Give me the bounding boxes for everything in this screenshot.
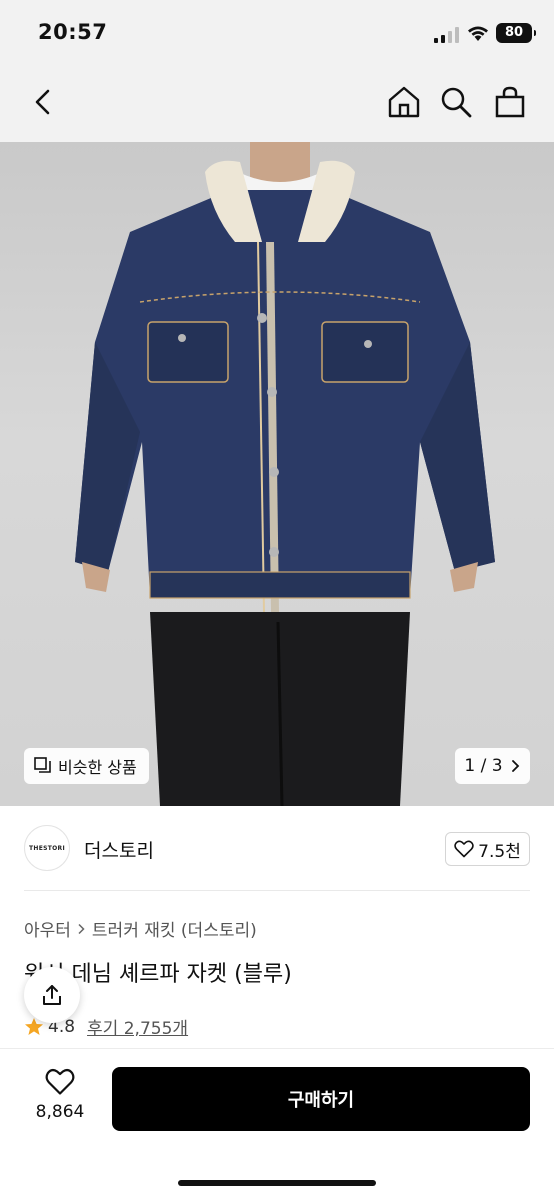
breadcrumb-subcategory[interactable]: 트러커 재킷 (더스토리) — [92, 916, 257, 941]
brand-name[interactable]: 더스토리 — [84, 836, 154, 863]
heart-outline-icon — [454, 840, 474, 858]
back-arrow-icon[interactable] — [26, 84, 62, 120]
top-nav — [0, 66, 554, 142]
brand-logo[interactable]: THESTORI — [24, 825, 70, 871]
product-photo-illustration — [75, 142, 495, 806]
similar-products-button[interactable]: 비슷한 상품 — [24, 748, 149, 784]
product-image[interactable] — [0, 142, 554, 806]
home-icon[interactable] — [386, 84, 422, 120]
image-pager-label: 1 / 3 — [464, 756, 503, 776]
shopping-bag-icon[interactable] — [492, 84, 528, 120]
share-button[interactable] — [24, 967, 80, 1023]
similar-products-label: 비슷한 상품 — [58, 758, 137, 777]
cellular-signal-icon — [434, 27, 459, 43]
share-icon — [43, 985, 61, 1005]
brand-like-button[interactable]: 7.5천 — [445, 832, 530, 866]
heart-outline-icon — [45, 1068, 75, 1095]
wishlist-count: 8,864 — [35, 1102, 85, 1122]
status-time: 20:57 — [38, 20, 108, 44]
chevron-right-icon — [78, 923, 85, 934]
home-indicator — [178, 1180, 376, 1186]
brand-logo-text: THESTORI — [29, 844, 65, 852]
chevron-right-icon — [511, 760, 519, 772]
search-icon[interactable] — [438, 84, 474, 120]
similar-items-icon — [34, 757, 51, 773]
image-pager[interactable]: 1 / 3 — [455, 748, 530, 784]
breadcrumb: 아우터 트러커 재킷 (더스토리) — [24, 916, 257, 941]
breadcrumb-category[interactable]: 아우터 — [24, 916, 71, 941]
buy-button[interactable]: 구매하기 — [112, 1067, 530, 1131]
wishlist-button[interactable]: 8,864 — [30, 1068, 90, 1128]
reviews-link[interactable]: 후기 2,755개 — [87, 1014, 188, 1039]
divider — [24, 890, 530, 891]
status-bar: 20:57 80 — [0, 0, 554, 66]
brand-like-count: 7.5천 — [478, 841, 521, 862]
battery-indicator: 80 — [496, 23, 536, 43]
wifi-icon — [468, 26, 488, 41]
